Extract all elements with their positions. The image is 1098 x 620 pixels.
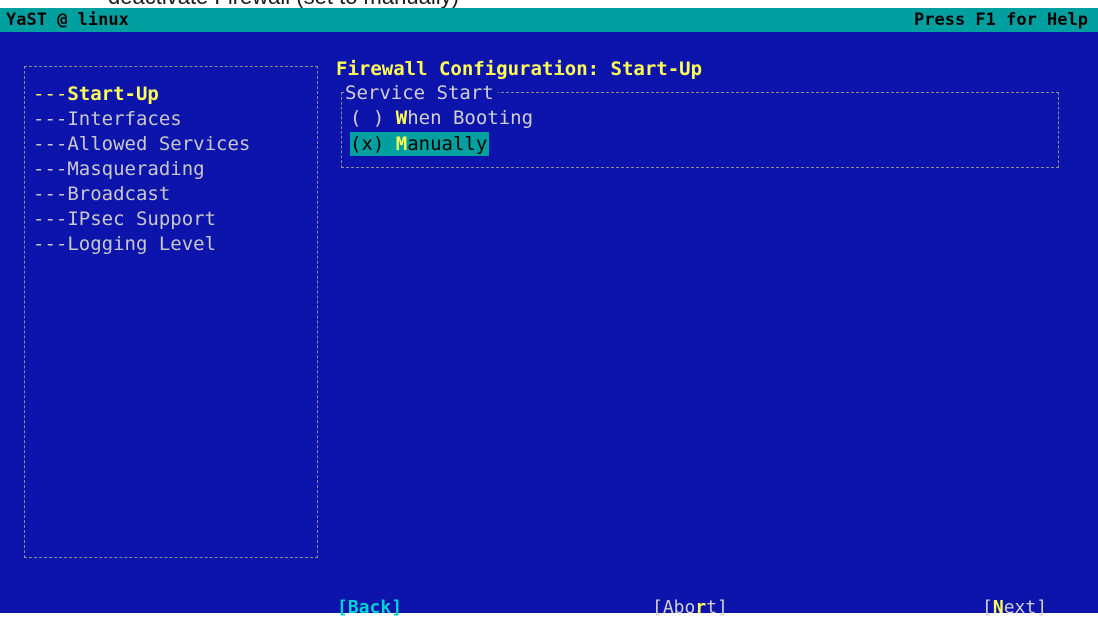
hotkey-letter: r: [695, 597, 707, 618]
tree-list: ---Start-Up ---Interfaces ---Allowed Ser…: [33, 82, 250, 257]
back-label: Back: [347, 597, 392, 618]
tree-item-masquerading[interactable]: ---Masquerading: [33, 157, 250, 182]
yast-screen: ---Start-Up ---Interfaces ---Allowed Ser…: [0, 32, 1098, 618]
title-bar: YaST @ linux Press F1 for Help: [0, 8, 1098, 32]
tree-item-interfaces[interactable]: ---Interfaces: [33, 107, 250, 132]
radio-mark: ( ): [350, 107, 385, 129]
hotkey-letter: N: [992, 597, 1004, 618]
caption-text: deactivate Firewall (set to manually): [108, 0, 459, 8]
tree-item-label: Masquerading: [67, 158, 205, 180]
navigation-tree: ---Start-Up ---Interfaces ---Allowed Ser…: [24, 66, 318, 558]
tree-item-label: Broadcast: [67, 183, 171, 205]
next-button[interactable]: [Next]: [982, 596, 1047, 620]
tree-item-start-up[interactable]: ---Start-Up: [33, 82, 250, 107]
hotkey-letter: W: [395, 107, 408, 129]
tree-item-label: Logging Level: [67, 233, 217, 255]
page-title: Firewall Configuration: Start-Up: [336, 58, 703, 80]
abort-button[interactable]: [Abort]: [652, 596, 728, 620]
service-start-frame: Service Start ( ) When Booting (x) Manua…: [341, 81, 1059, 168]
tree-item-label: IPsec Support: [67, 208, 217, 230]
tree-item-label: Allowed Services: [67, 133, 251, 155]
help-hint: Press F1 for Help: [914, 10, 1088, 30]
tree-item-broadcast[interactable]: ---Broadcast: [33, 182, 250, 207]
window-title: YaST @ linux: [6, 10, 129, 30]
tree-item-label: Interfaces: [67, 108, 182, 130]
radio-label: anually: [407, 133, 488, 155]
tree-item-allowed-services[interactable]: ---Allowed Services: [33, 132, 250, 157]
tree-item-logging-level[interactable]: ---Logging Level: [33, 232, 250, 257]
frame-label: Service Start: [345, 81, 498, 105]
tree-item-label: Start-Up: [67, 83, 159, 105]
radio-manually[interactable]: (x) Manually: [350, 132, 490, 156]
radio-label: hen Booting: [407, 107, 534, 129]
hotkey-letter: M: [395, 133, 408, 155]
back-button[interactable]: [Back]: [337, 596, 402, 620]
radio-when-booting[interactable]: ( ) When Booting: [350, 106, 533, 130]
radio-mark: (x): [350, 133, 385, 155]
tree-item-ipsec-support[interactable]: ---IPsec Support: [33, 207, 250, 232]
